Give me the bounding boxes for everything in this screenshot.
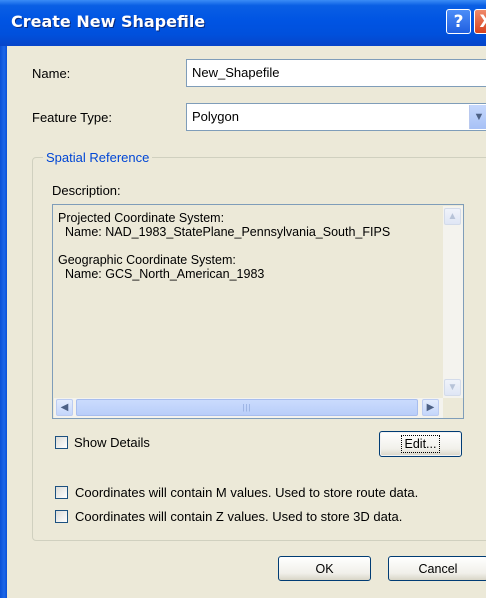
spatial-reference-group-title: Spatial Reference: [43, 150, 153, 165]
ok-button-label: OK: [315, 561, 334, 576]
name-input[interactable]: New_Shapefile: [186, 59, 486, 87]
scroll-left-arrow-icon[interactable]: ◀: [56, 399, 73, 416]
chevron-down-icon[interactable]: ▼: [469, 105, 486, 129]
feature-type-label: Feature Type:: [32, 110, 112, 125]
horizontal-scroll-thumb[interactable]: |||: [76, 399, 418, 416]
feature-type-value: Polygon: [192, 109, 239, 124]
scrollbar-corner: [443, 398, 463, 418]
name-input-value: New_Shapefile: [192, 65, 280, 80]
name-label: Name:: [32, 66, 71, 81]
help-icon: ?: [453, 11, 464, 32]
scroll-down-arrow-icon[interactable]: ▼: [444, 379, 461, 396]
m-values-checkbox[interactable]: [55, 486, 68, 499]
window-frame-left: [0, 46, 7, 598]
show-details-label: Show Details: [74, 435, 150, 450]
ok-button[interactable]: OK: [278, 556, 371, 581]
description-text: Projected Coordinate System: Name: NAD_1…: [58, 211, 391, 281]
create-new-shapefile-dialog: Create New Shapefile ? X Name: New_Shape…: [0, 0, 486, 598]
z-values-label: Coordinates will contain Z values. Used …: [75, 509, 403, 524]
horizontal-scrollbar[interactable]: ◀ ||| ▶: [54, 398, 443, 418]
feature-type-select[interactable]: Polygon ▼: [186, 103, 486, 131]
close-button[interactable]: X: [474, 9, 486, 34]
show-details-checkbox[interactable]: [55, 436, 68, 449]
m-values-label: Coordinates will contain M values. Used …: [75, 485, 419, 500]
close-icon: X: [479, 11, 486, 32]
z-values-checkbox[interactable]: [55, 510, 68, 523]
description-textbox[interactable]: Projected Coordinate System: Name: NAD_1…: [52, 204, 464, 419]
cancel-button-label: Cancel: [418, 561, 458, 576]
edit-button[interactable]: Edit...: [379, 431, 462, 457]
scroll-up-arrow-icon[interactable]: ▲: [444, 208, 461, 225]
description-label: Description:: [52, 183, 121, 198]
cancel-button[interactable]: Cancel: [388, 556, 486, 581]
scroll-right-arrow-icon[interactable]: ▶: [422, 399, 439, 416]
edit-button-label: Edit...: [400, 435, 441, 453]
vertical-scrollbar[interactable]: ▲ ▼: [443, 206, 463, 398]
window-title: Create New Shapefile: [11, 12, 206, 31]
title-bar[interactable]: Create New Shapefile ? X: [0, 0, 486, 46]
help-button[interactable]: ?: [446, 9, 471, 34]
